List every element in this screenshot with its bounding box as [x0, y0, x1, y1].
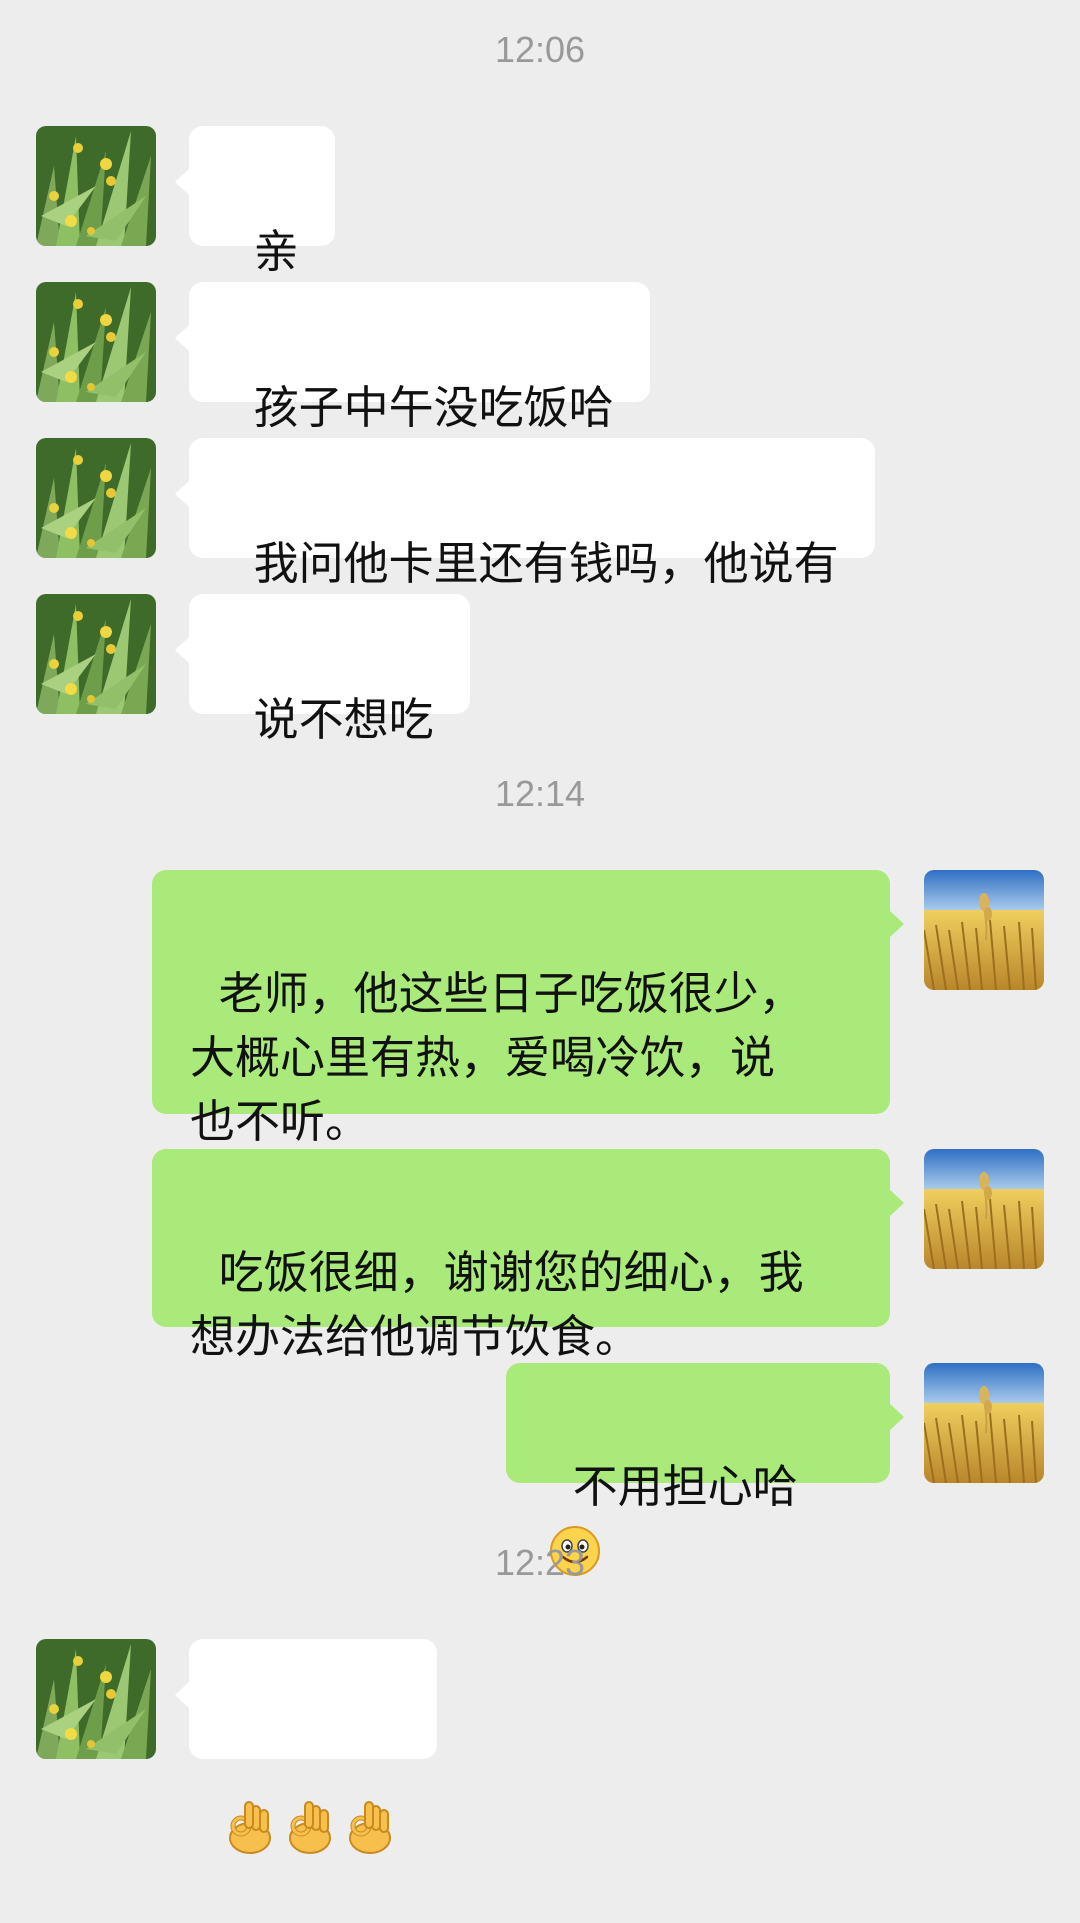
my-avatar[interactable]	[924, 1363, 1044, 1483]
message-text: 孩子中午没吃饭哈	[253, 381, 614, 434]
emoji-row	[225, 1795, 401, 1859]
lily-avatar-icon	[36, 126, 156, 246]
ok-hand-icon	[285, 1800, 335, 1854]
my-avatar[interactable]	[924, 870, 1044, 990]
contact-avatar[interactable]	[36, 1639, 156, 1759]
lily-avatar-icon	[36, 594, 156, 714]
incoming-message-bubble[interactable]: 说不想吃	[175, 594, 470, 746]
contact-avatar[interactable]	[36, 438, 156, 558]
wheat-avatar-icon	[924, 870, 1044, 990]
outgoing-message-bubble[interactable]: 不用担心哈	[506, 1363, 904, 1576]
contact-avatar[interactable]	[36, 594, 156, 714]
message-text: 不用担心哈	[572, 1460, 798, 1513]
message-text: 我问他卡里还有钱吗，他说有	[253, 537, 839, 590]
incoming-message-bubble[interactable]	[175, 1639, 437, 1759]
timestamp: 12:23	[494, 1542, 586, 1583]
lily-avatar-icon	[36, 1639, 156, 1759]
incoming-message-bubble[interactable]: 亲	[175, 126, 335, 278]
my-avatar[interactable]	[924, 1149, 1044, 1269]
incoming-message-bubble[interactable]: 我问他卡里还有钱吗，他说有	[175, 438, 875, 590]
contact-avatar[interactable]	[36, 282, 156, 402]
incoming-message-bubble[interactable]: 孩子中午没吃饭哈	[175, 282, 650, 434]
lily-avatar-icon	[36, 438, 156, 558]
outgoing-message-bubble[interactable]: 吃饭很细，谢谢您的细心，我 想办法给他调节饮食。	[152, 1149, 904, 1363]
wheat-avatar-icon	[924, 1149, 1044, 1269]
contact-avatar[interactable]	[36, 126, 156, 246]
timestamp: 12:14	[494, 773, 586, 814]
wheat-avatar-icon	[924, 1363, 1044, 1483]
message-text: 老师，他这些日子吃饭很少， 大概心里有热，爱喝冷饮，说 也不听。	[190, 967, 804, 1148]
message-text: 说不想吃	[253, 693, 434, 746]
message-text: 吃饭很细，谢谢您的细心，我 想办法给他调节饮食。	[190, 1246, 804, 1363]
lily-avatar-icon	[36, 282, 156, 402]
message-text: 亲	[253, 225, 299, 278]
ok-hand-icon	[345, 1800, 395, 1854]
ok-hand-icon	[225, 1800, 275, 1854]
outgoing-message-bubble[interactable]: 老师，他这些日子吃饭很少， 大概心里有热，爱喝冷饮，说 也不听。	[152, 870, 904, 1148]
timestamp: 12:06	[494, 29, 586, 70]
